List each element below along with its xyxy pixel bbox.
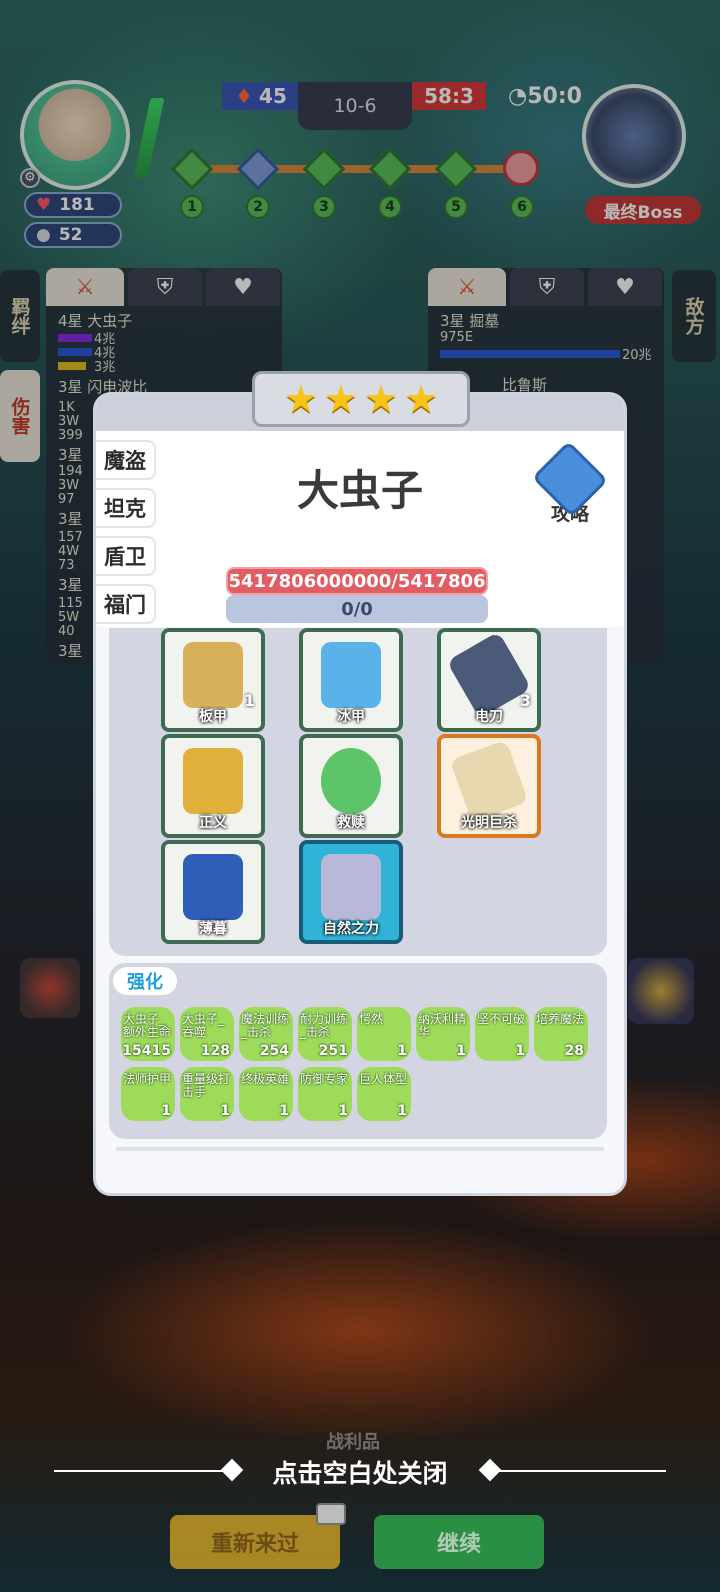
- hero-detail-modal: 魔盗 坦克 盾卫 福门 大虫子 攻略 5417806000000/5417806…: [93, 392, 627, 1196]
- equip-item[interactable]: 3 电刀: [437, 628, 541, 732]
- nature-crown-icon: [321, 854, 381, 920]
- equip-item[interactable]: 1 板甲: [161, 628, 265, 732]
- hp-bar: 5417806000000/5417806: [226, 567, 488, 595]
- enhancement-section: 强化 大虫子_额外生命 15415 大虫子_吞噬 128 魔法训练_击杀 254 耐力…: [109, 963, 607, 1139]
- enhance-chip[interactable]: 大虫子_吞噬 128: [180, 1007, 234, 1061]
- equip-item[interactable]: 光明巨杀: [437, 734, 541, 838]
- justice-gauntlet-icon: [183, 748, 243, 814]
- enhance-chip[interactable]: 巨人体型 1: [357, 1067, 411, 1121]
- star-icon: ★: [404, 377, 439, 421]
- light-sword-icon: [449, 739, 529, 823]
- guide-button[interactable]: 攻略: [531, 440, 609, 525]
- enhance-chip[interactable]: 大虫子_额外生命 15415: [121, 1007, 175, 1061]
- star-icon: ★: [283, 377, 318, 421]
- modal-divider: [116, 1147, 604, 1151]
- equip-item[interactable]: 冰甲: [299, 628, 403, 732]
- equip-item[interactable]: 正义: [161, 734, 265, 838]
- enhance-chip[interactable]: 终极英雄 1: [239, 1067, 293, 1121]
- mana-bar: 0/0: [226, 595, 488, 623]
- enhance-chip[interactable]: 培养魔法 28: [534, 1007, 588, 1061]
- spoils-label: 战利品: [326, 1432, 380, 1453]
- enhance-chip[interactable]: 耐力训练_击杀 251: [298, 1007, 352, 1061]
- close-hint[interactable]: 点击空白处关闭: [0, 1454, 720, 1490]
- enhance-title: 强化: [113, 967, 177, 995]
- equip-item[interactable]: 救赎: [299, 734, 403, 838]
- enhance-chip[interactable]: 纳沃利精华 1: [416, 1007, 470, 1061]
- hint-line-right: [496, 1470, 666, 1472]
- enhance-chip[interactable]: 重量级打击手 1: [180, 1067, 234, 1121]
- enhance-chip[interactable]: 愕然 1: [357, 1007, 411, 1061]
- equip-item[interactable]: 自然之力: [299, 840, 403, 944]
- equip-item[interactable]: 薄暮: [161, 840, 265, 944]
- dusk-cloak-icon: [183, 854, 243, 920]
- class-tab-3[interactable]: 盾卫: [96, 536, 156, 576]
- star-icon: ★: [364, 377, 399, 421]
- retry-button[interactable]: 重新来过: [170, 1503, 346, 1569]
- equipment-grid: 1 板甲 冰甲 3 电刀 正义 救赎 光明巨杀 薄暮 自然之力: [109, 628, 607, 956]
- continue-button[interactable]: 继续: [374, 1515, 544, 1569]
- enhance-chip[interactable]: 法师护甲 1: [121, 1067, 175, 1121]
- video-icon: [316, 1503, 346, 1525]
- enhance-chip[interactable]: 魔法训练_击杀 254: [239, 1007, 293, 1061]
- redemption-orb-icon: [321, 748, 381, 814]
- ice-armor-icon: [321, 642, 381, 708]
- plate-armor-icon: [183, 642, 243, 708]
- class-tab-4[interactable]: 福门: [96, 584, 156, 624]
- enhance-chip[interactable]: 防御专家 1: [298, 1067, 352, 1121]
- star-rating-banner: ★ ★ ★ ★: [252, 371, 470, 427]
- enhance-chip[interactable]: 坚不可破 1: [475, 1007, 529, 1061]
- star-icon: ★: [323, 377, 358, 421]
